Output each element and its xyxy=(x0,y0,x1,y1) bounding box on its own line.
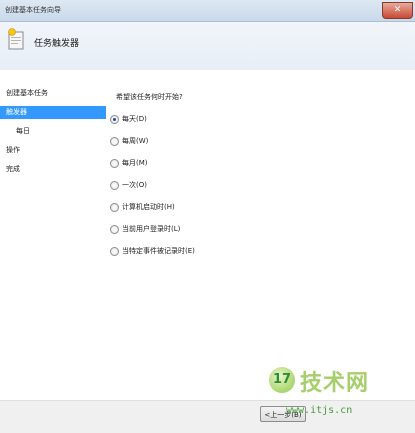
watermark-text: 技术网 xyxy=(300,371,370,396)
nav-step-finish[interactable]: 完成 xyxy=(0,163,106,176)
close-icon: ✕ xyxy=(393,5,402,15)
wizard-header: 任务触发器 xyxy=(0,22,415,71)
wizard-step-nav: 创建基本任务 触发器 每日 操作 完成 xyxy=(0,70,106,400)
radio-on-event[interactable] xyxy=(110,247,119,256)
option-daily-label: 每天(D) xyxy=(122,115,147,123)
radio-monthly[interactable] xyxy=(110,159,119,168)
radio-at-startup[interactable] xyxy=(110,203,119,212)
option-monthly-label: 每月(M) xyxy=(122,159,148,167)
radio-once[interactable] xyxy=(110,181,119,190)
title-bar: 创建基本任务向导 ✕ xyxy=(0,0,415,22)
radio-at-logon[interactable] xyxy=(110,225,119,234)
wizard-body: 创建基本任务 触发器 每日 操作 完成 希望该任务何时开始? 每天(D) 每周(… xyxy=(0,70,415,400)
close-button[interactable]: ✕ xyxy=(382,2,413,19)
task-scheduler-icon xyxy=(7,28,25,50)
option-on-event-label: 当特定事件被记录时(E) xyxy=(122,247,195,255)
nav-step-action[interactable]: 操作 xyxy=(0,144,106,157)
trigger-question: 希望该任务何时开始? xyxy=(116,93,183,101)
nav-step-trigger[interactable]: 触发器 xyxy=(0,106,106,119)
option-at-startup-label: 计算机启动时(H) xyxy=(122,203,175,211)
radio-daily[interactable] xyxy=(110,115,119,124)
watermark-logo: 17 xyxy=(269,367,295,393)
radio-weekly[interactable] xyxy=(110,137,119,146)
window-title: 创建基本任务向导 xyxy=(5,6,61,14)
watermark-url: www.itjs.cn xyxy=(286,405,353,416)
nav-step-create-basic-task[interactable]: 创建基本任务 xyxy=(0,87,106,100)
option-at-logon-label: 当前用户登录时(L) xyxy=(122,225,181,233)
option-once-label: 一次(O) xyxy=(122,181,147,189)
watermark: 17 技术网 www.itjs.cn xyxy=(258,362,415,432)
option-weekly-label: 每周(W) xyxy=(122,137,149,145)
page-title: 任务触发器 xyxy=(34,39,80,49)
nav-step-daily[interactable]: 每日 xyxy=(0,125,106,138)
